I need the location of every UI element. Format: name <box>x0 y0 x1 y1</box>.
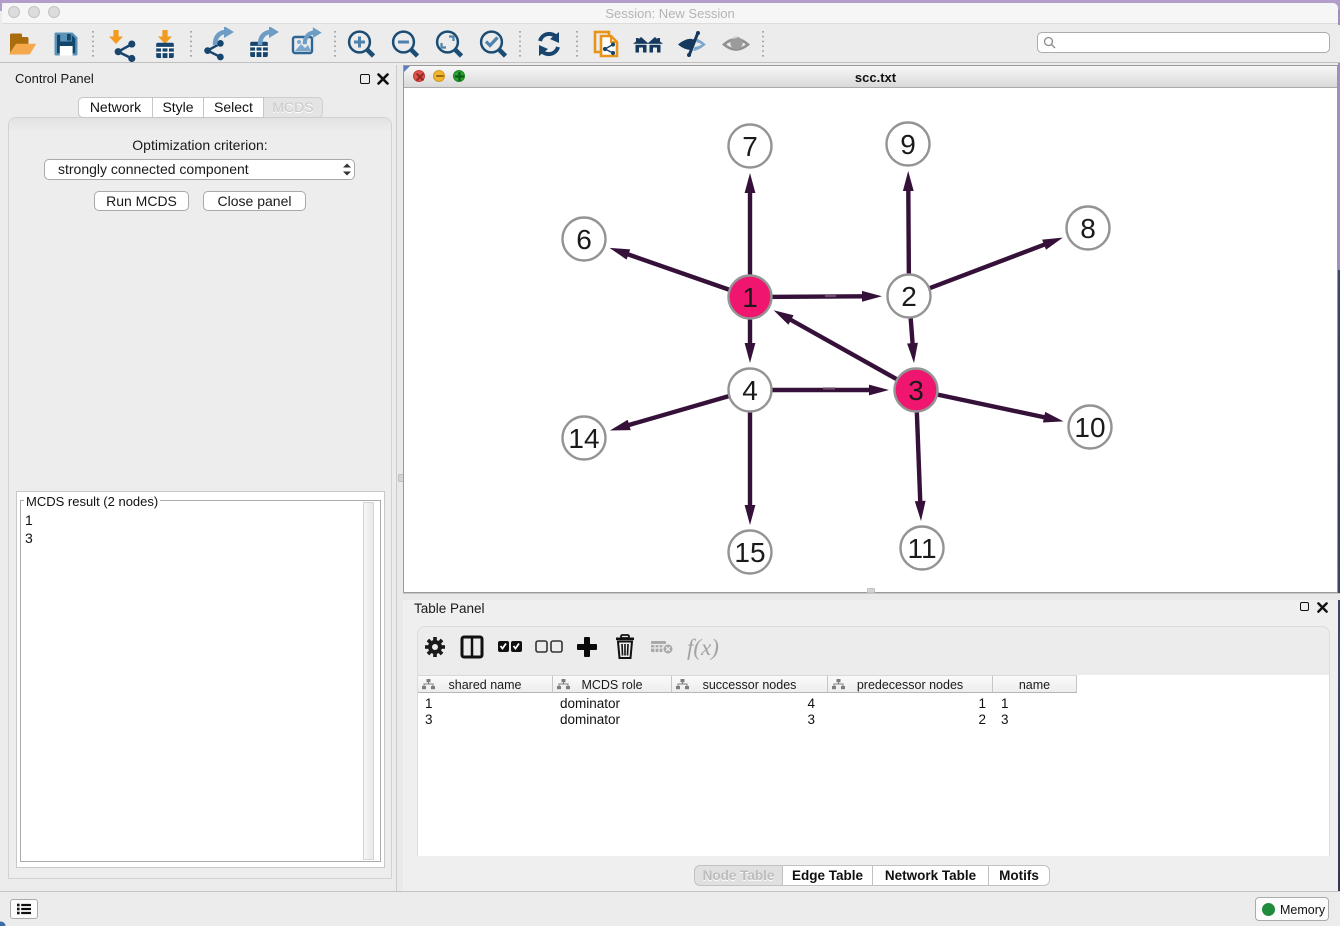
svg-text:2: 2 <box>901 281 917 312</box>
svg-text:3: 3 <box>908 375 924 406</box>
svg-text:1: 1 <box>742 282 758 313</box>
svg-text:9: 9 <box>900 129 916 160</box>
svg-text:6: 6 <box>576 224 592 255</box>
svg-text:14: 14 <box>568 423 599 454</box>
svg-text:8: 8 <box>1080 213 1096 244</box>
svg-text:10: 10 <box>1074 412 1105 443</box>
svg-text:7: 7 <box>742 131 758 162</box>
svg-text:15: 15 <box>734 537 765 568</box>
svg-text:f(x): f(x) <box>687 635 719 660</box>
svg-text:4: 4 <box>742 375 758 406</box>
svg-text:11: 11 <box>907 533 936 564</box>
